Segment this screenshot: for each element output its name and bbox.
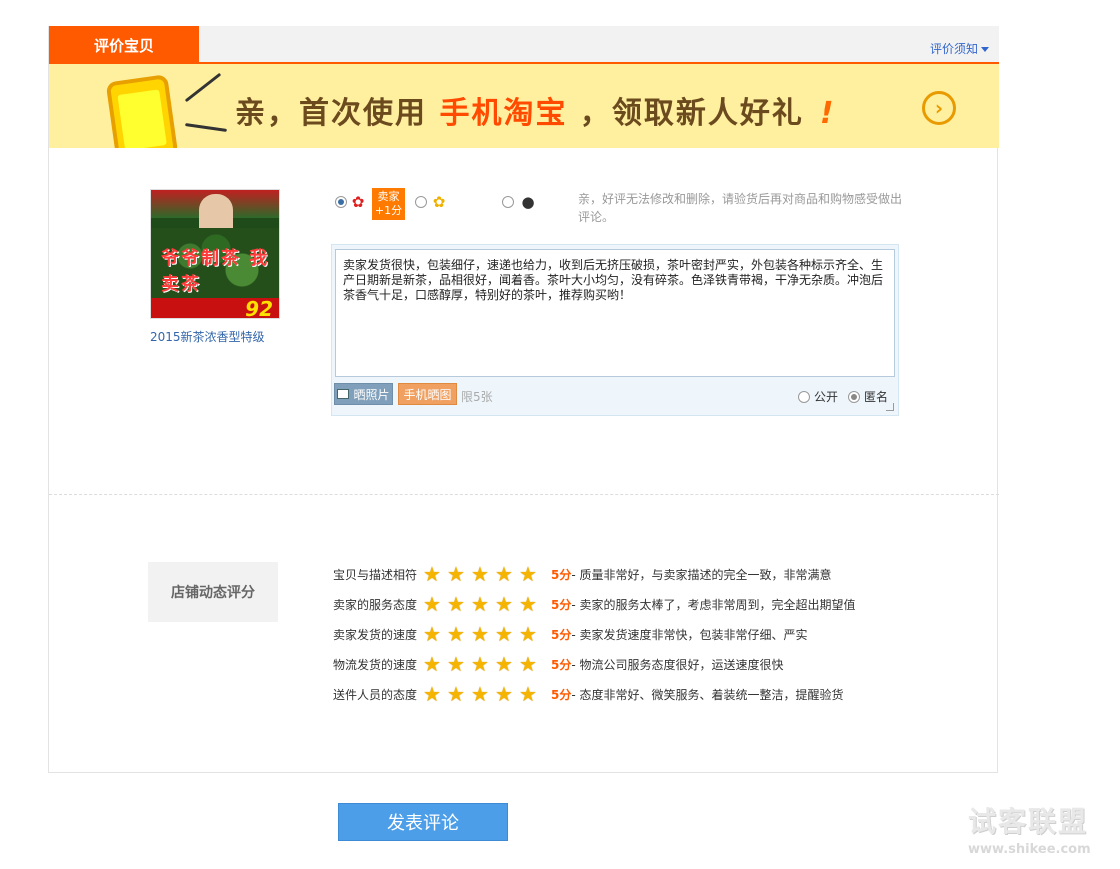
phone-icon bbox=[105, 74, 179, 148]
star-icon[interactable]: ★ bbox=[423, 684, 447, 704]
watermark-logo: 试客联盟 www.shikee.com bbox=[968, 800, 1108, 857]
star-icon[interactable]: ★ bbox=[495, 594, 519, 614]
rating-row: 卖家的服务态度 ★ ★ ★ ★ ★ 5分 - 卖家的服务太棒了，考虑非常周到，完全超出期望值 bbox=[333, 593, 856, 615]
star-icon[interactable]: ★ bbox=[495, 564, 519, 584]
shop-rating-title: 店铺动态评分 bbox=[148, 562, 278, 622]
star-rating[interactable]: ★ ★ ★ ★ ★ bbox=[423, 624, 549, 644]
submit-review-button[interactable]: 发表评论 bbox=[338, 803, 508, 841]
rating-score: 5分 bbox=[551, 597, 572, 612]
star-icon[interactable]: ★ bbox=[447, 684, 471, 704]
banner-exclamation: ! bbox=[819, 96, 836, 131]
visibility-anonymous-label: 匿名 bbox=[864, 390, 889, 404]
product-image-price: 92 bbox=[245, 297, 273, 319]
star-icon[interactable]: ★ bbox=[471, 564, 495, 584]
red-flower-icon[interactable]: ✿ bbox=[349, 193, 367, 211]
promo-banner[interactable]: 亲，首次使用 手机淘宝 ，领取新人好礼! › bbox=[49, 64, 999, 148]
review-notice-label: 评价须知 bbox=[929, 42, 978, 56]
star-icon[interactable]: ★ bbox=[495, 654, 519, 674]
review-notice-link[interactable]: 评价须知 bbox=[930, 40, 989, 57]
visibility-public-radio[interactable] bbox=[798, 391, 810, 403]
star-icon[interactable]: ★ bbox=[519, 654, 543, 674]
rating-score: 5分 bbox=[551, 627, 572, 642]
rating-description: - 卖家发货速度非常快，包装非常仔细、严实 bbox=[571, 627, 808, 642]
rating-good-radio[interactable] bbox=[335, 196, 347, 208]
banner-text-suffix: ，领取新人好礼 bbox=[579, 96, 804, 131]
banner-text-prefix: 亲，首次使用 bbox=[235, 96, 427, 131]
tab-review-item[interactable]: 评价宝贝 bbox=[49, 26, 199, 64]
star-icon[interactable]: ★ bbox=[423, 594, 447, 614]
star-icon[interactable]: ★ bbox=[423, 624, 447, 644]
rating-label: 物流发货的速度 bbox=[333, 657, 418, 672]
upload-photo-label: 晒照片 bbox=[353, 387, 390, 402]
rating-description: - 质量非常好，与卖家描述的完全一致，非常满意 bbox=[571, 567, 832, 582]
visibility-public-label: 公开 bbox=[814, 390, 839, 404]
star-icon[interactable]: ★ bbox=[447, 564, 471, 584]
rating-label: 送件人员的态度 bbox=[333, 687, 418, 702]
product-image[interactable]: 爷爷制茶 我卖茶 92 bbox=[150, 189, 280, 319]
star-icon[interactable]: ★ bbox=[471, 624, 495, 644]
seller-badge-line1: 卖家 bbox=[377, 190, 400, 203]
rating-score: 5分 bbox=[551, 567, 572, 582]
rating-row: 物流发货的速度 ★ ★ ★ ★ ★ 5分 - 物流公司服务态度很好，运送速度很快 bbox=[333, 653, 784, 675]
rating-score: 5分 bbox=[551, 657, 572, 672]
rating-row: 卖家发货的速度 ★ ★ ★ ★ ★ 5分 - 卖家发货速度非常快，包装非常仔细、严实 bbox=[333, 623, 808, 645]
section-divider bbox=[49, 494, 999, 495]
rating-description: - 卖家的服务太棒了，考虑非常周到，完全超出期望值 bbox=[571, 597, 856, 612]
star-icon[interactable]: ★ bbox=[423, 564, 447, 584]
rating-row: 送件人员的态度 ★ ★ ★ ★ ★ 5分 - 态度非常好、微笑服务、着装统一整洁，提醒验货 bbox=[333, 683, 844, 705]
picture-icon bbox=[337, 389, 350, 399]
banner-text: 亲，首次使用 手机淘宝 ，领取新人好礼! bbox=[235, 88, 836, 132]
star-icon[interactable]: ★ bbox=[447, 654, 471, 674]
rating-label: 宝贝与描述相符 bbox=[333, 567, 418, 582]
chevron-right-icon[interactable]: › bbox=[922, 91, 956, 125]
rating-neutral-radio[interactable] bbox=[415, 196, 427, 208]
rating-description: - 态度非常好、微笑服务、着装统一整洁，提醒验货 bbox=[571, 687, 844, 702]
rating-description: - 物流公司服务态度很好，运送速度很快 bbox=[571, 657, 784, 672]
star-rating[interactable]: ★ ★ ★ ★ ★ bbox=[423, 564, 549, 584]
photo-limit-text: 限5张 bbox=[461, 390, 493, 404]
star-rating[interactable]: ★ ★ ★ ★ ★ bbox=[423, 594, 549, 614]
star-rating[interactable]: ★ ★ ★ ★ ★ bbox=[423, 684, 549, 704]
rating-score: 5分 bbox=[551, 687, 572, 702]
star-icon[interactable]: ★ bbox=[471, 594, 495, 614]
banner-ray-2 bbox=[184, 123, 228, 132]
review-editor: 卖家发货很快，包装细仔，速递也给力，收到后无挤压破损，茶叶密封严实，外包装各种标… bbox=[331, 244, 899, 416]
star-icon[interactable]: ★ bbox=[447, 624, 471, 644]
star-rating[interactable]: ★ ★ ★ ★ ★ bbox=[423, 654, 549, 674]
product-image-title: 爷爷制茶 我卖茶 bbox=[161, 248, 270, 295]
review-card: 评价宝贝 评价须知 亲，首次使用 手机淘宝 ，领取新人好礼! › 爷爷制茶 我卖… bbox=[48, 26, 999, 773]
seller-bonus-badge: 卖家 +1分 bbox=[372, 188, 405, 220]
yellow-flower-icon[interactable]: ✿ bbox=[430, 193, 448, 211]
star-icon[interactable]: ★ bbox=[471, 684, 495, 704]
star-icon[interactable]: ★ bbox=[447, 594, 471, 614]
rating-label: 卖家发货的速度 bbox=[333, 627, 418, 642]
caret-down-icon bbox=[981, 47, 989, 52]
mobile-photo-button[interactable]: 手机晒图 bbox=[398, 383, 457, 405]
visibility-anonymous-radio[interactable] bbox=[848, 391, 860, 403]
upload-photo-button[interactable]: 晒照片 bbox=[334, 383, 393, 405]
banner-ray-1 bbox=[184, 72, 222, 103]
product-name-link[interactable]: 2015新茶浓香型特级 bbox=[150, 328, 265, 345]
star-icon[interactable]: ★ bbox=[519, 564, 543, 584]
banner-text-highlight: 手机淘宝 bbox=[439, 96, 568, 131]
star-icon[interactable]: ★ bbox=[519, 594, 543, 614]
rating-label: 卖家的服务态度 bbox=[333, 597, 418, 612]
bomb-icon[interactable]: ● bbox=[519, 193, 537, 211]
star-icon[interactable]: ★ bbox=[495, 684, 519, 704]
watermark-name: 试客联盟 bbox=[968, 805, 1089, 838]
star-icon[interactable]: ★ bbox=[471, 654, 495, 674]
star-icon[interactable]: ★ bbox=[495, 624, 519, 644]
phone-screen bbox=[117, 89, 167, 148]
star-icon[interactable]: ★ bbox=[519, 624, 543, 644]
review-hint: 亲，好评无法修改和删除，请验货后再对商品和购物感受做出评论。 bbox=[578, 192, 903, 224]
rating-bad-radio[interactable] bbox=[502, 196, 514, 208]
star-icon[interactable]: ★ bbox=[423, 654, 447, 674]
tab-bar: 评价宝贝 评价须知 bbox=[49, 26, 999, 64]
rating-row: 宝贝与描述相符 ★ ★ ★ ★ ★ 5分 - 质量非常好，与卖家描述的完全一致，非常满意 bbox=[333, 563, 832, 585]
star-icon[interactable]: ★ bbox=[519, 684, 543, 704]
seller-badge-line2: +1分 bbox=[374, 204, 403, 217]
review-content-textarea[interactable]: 卖家发货很快，包装细仔，速递也给力，收到后无挤压破损，茶叶密封严实，外包装各种标… bbox=[335, 249, 895, 377]
watermark-url: www.shikee.com bbox=[968, 842, 1091, 857]
